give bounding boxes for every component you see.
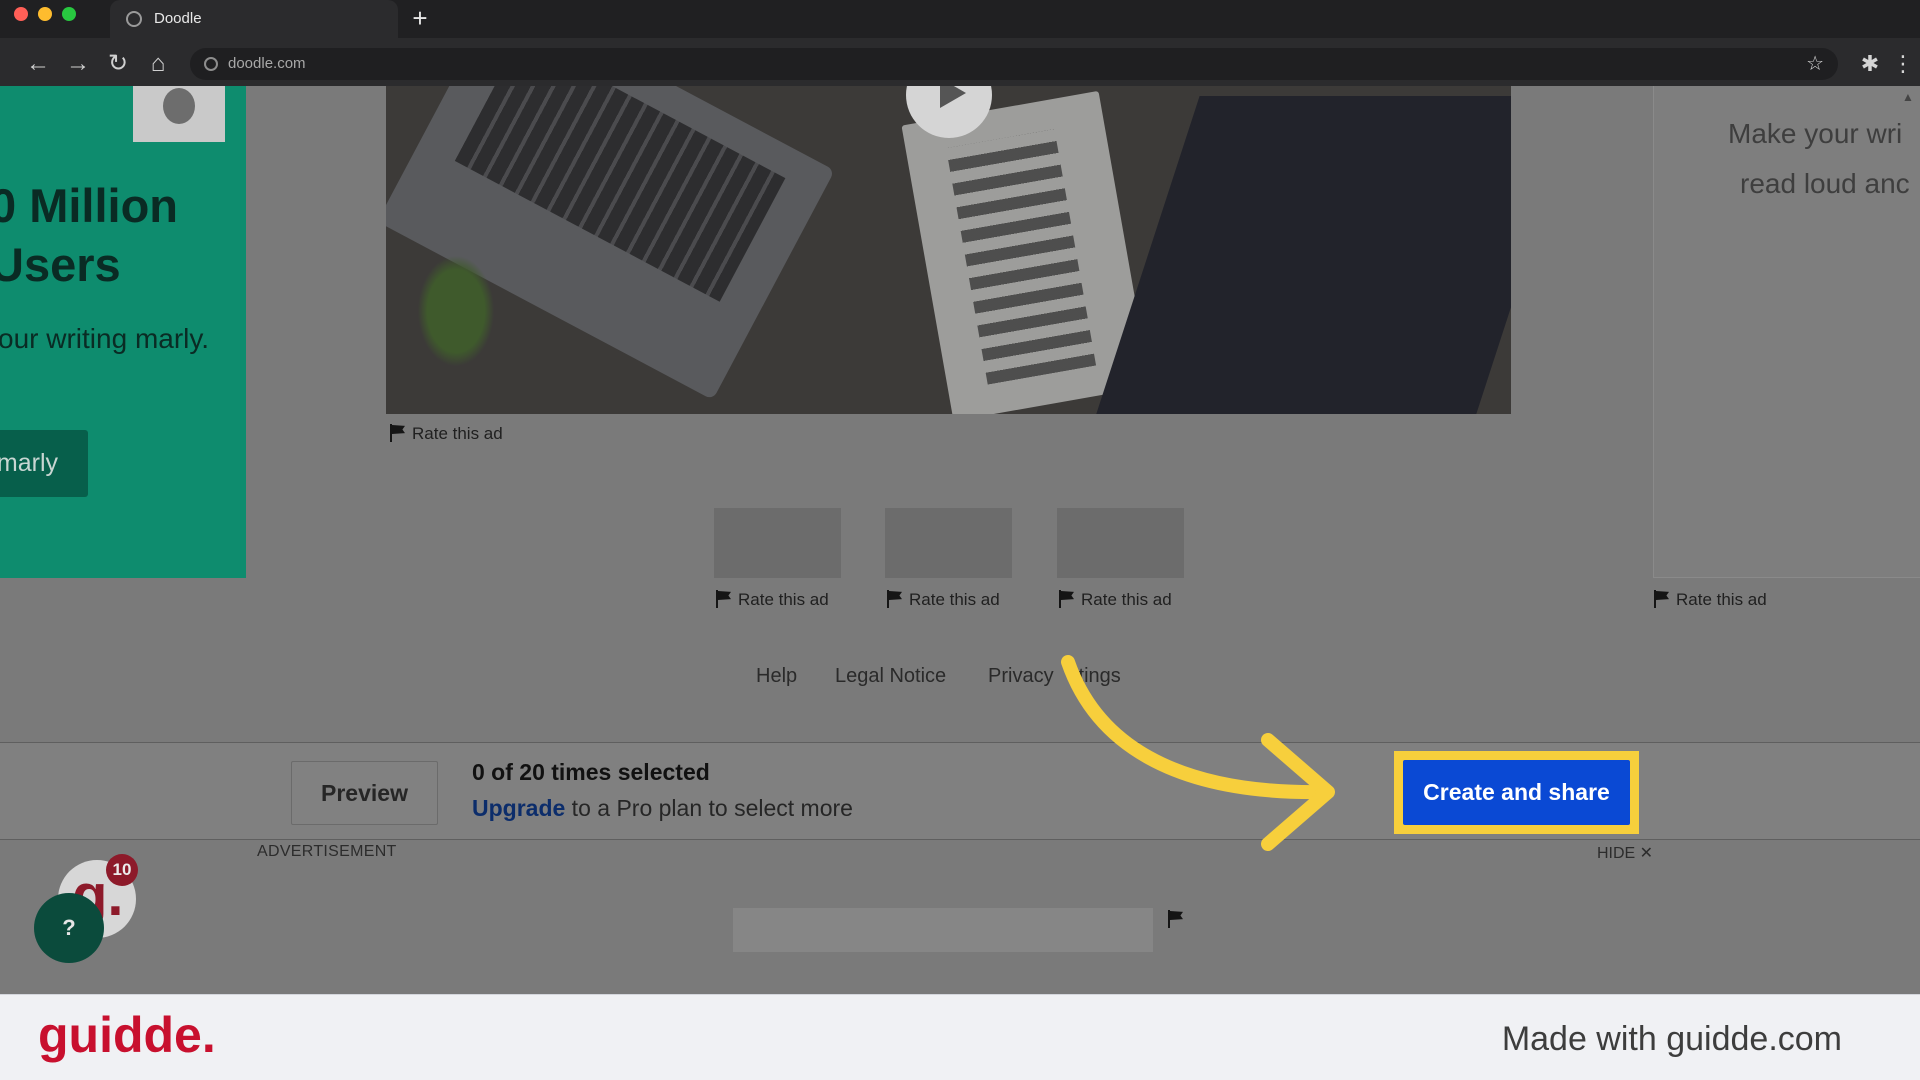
create-and-share-button[interactable]: Create and share — [1403, 760, 1630, 825]
advertisement-slot[interactable] — [733, 908, 1153, 952]
upgrade-message-text: to a Pro plan to select more — [565, 795, 853, 821]
flag-icon[interactable] — [1168, 910, 1182, 928]
help-button[interactable]: ? — [34, 893, 104, 963]
globe-icon — [126, 11, 142, 27]
preview-button[interactable]: Preview — [291, 761, 438, 825]
video-person-image — [1092, 96, 1511, 414]
browser-menu-icon[interactable]: ⋮ — [1892, 50, 1914, 78]
made-with-guidde-text: Made with guidde.com — [1501, 1020, 1842, 1058]
create-and-share-highlight: Create and share — [1394, 751, 1639, 834]
rate-ad-link[interactable]: Rate this ad — [1654, 589, 1767, 611]
guidde-logo[interactable]: guidde. — [38, 1005, 216, 1065]
right-ad-line-2: read loud anc — [1740, 168, 1910, 199]
notification-count-badge: 10 — [106, 854, 138, 886]
browser-chrome: Doodle + ← → ↻ ⌂ doodle.com ☆ ✱ ⋮ — [0, 0, 1920, 86]
maximize-window-button[interactable] — [62, 7, 76, 21]
guidde-footer: guidde. Made with guidde.com — [0, 994, 1920, 1080]
rate-ad-link[interactable]: Rate this ad — [887, 589, 1000, 611]
new-tab-button[interactable]: + — [405, 3, 435, 33]
flag-icon — [1654, 590, 1668, 608]
extensions-puzzle-icon[interactable]: ✱ — [1858, 50, 1882, 78]
back-arrow-icon[interactable]: ← — [24, 50, 52, 78]
flag-icon — [390, 424, 404, 442]
flag-icon — [1059, 590, 1073, 608]
ad-body: our writing marly. — [0, 323, 210, 354]
footer-link-legal-notice[interactable]: Legal Notice — [835, 663, 946, 689]
browser-tab[interactable]: Doodle — [110, 0, 398, 38]
video-ad[interactable] — [386, 86, 1511, 414]
bookmark-star-icon[interactable]: ☆ — [1806, 48, 1824, 80]
upgrade-link[interactable]: Upgrade — [472, 795, 565, 821]
site-info-icon[interactable] — [204, 57, 218, 71]
scroll-up-arrow-icon[interactable]: ▲ — [1900, 90, 1916, 106]
tab-bar: Doodle + — [0, 0, 1920, 38]
flag-icon — [887, 590, 901, 608]
flag-icon — [716, 590, 730, 608]
video-plant-image — [411, 246, 501, 376]
ad-thumbnail[interactable] — [885, 508, 1012, 578]
minimize-window-button[interactable] — [38, 7, 52, 21]
ad-headline: 0 Million Users — [0, 179, 178, 291]
address-bar[interactable]: doodle.com ☆ — [190, 48, 1838, 80]
rate-ad-link[interactable]: Rate this ad — [390, 423, 503, 445]
upgrade-message: Upgrade to a Pro plan to select more — [472, 795, 853, 822]
ad-cta-button[interactable]: marly — [0, 430, 88, 497]
selection-count: 0 of 20 times selected — [472, 759, 710, 785]
rate-ad-link[interactable]: Rate this ad — [1059, 589, 1172, 611]
url-text: doodle.com — [228, 55, 306, 72]
tab-title: Doodle — [154, 10, 202, 27]
footer-link-help[interactable]: Help — [756, 663, 797, 689]
home-icon[interactable]: ⌂ — [144, 50, 172, 78]
hide-ad-button[interactable]: HIDE ✕ — [1597, 843, 1653, 863]
right-side-ad[interactable]: Make your wri read loud anc — [1653, 86, 1920, 578]
right-ad-line-1: Make your wri — [1728, 118, 1903, 149]
grammarly-ad[interactable]: 0 Million Users our writing marly. marly — [0, 86, 246, 578]
close-window-button[interactable] — [14, 7, 28, 21]
rate-ad-link[interactable]: Rate this ad — [716, 589, 829, 611]
ad-thumbnail[interactable] — [1057, 508, 1184, 578]
ad-thumbnail[interactable] — [714, 508, 841, 578]
advertisement-label: ADVERTISEMENT — [257, 843, 397, 860]
annotation-arrow-icon — [1061, 655, 1335, 851]
reload-icon[interactable]: ↻ — [104, 50, 132, 78]
ad-avatar-image — [133, 86, 225, 142]
forward-arrow-icon[interactable]: → — [64, 50, 92, 78]
